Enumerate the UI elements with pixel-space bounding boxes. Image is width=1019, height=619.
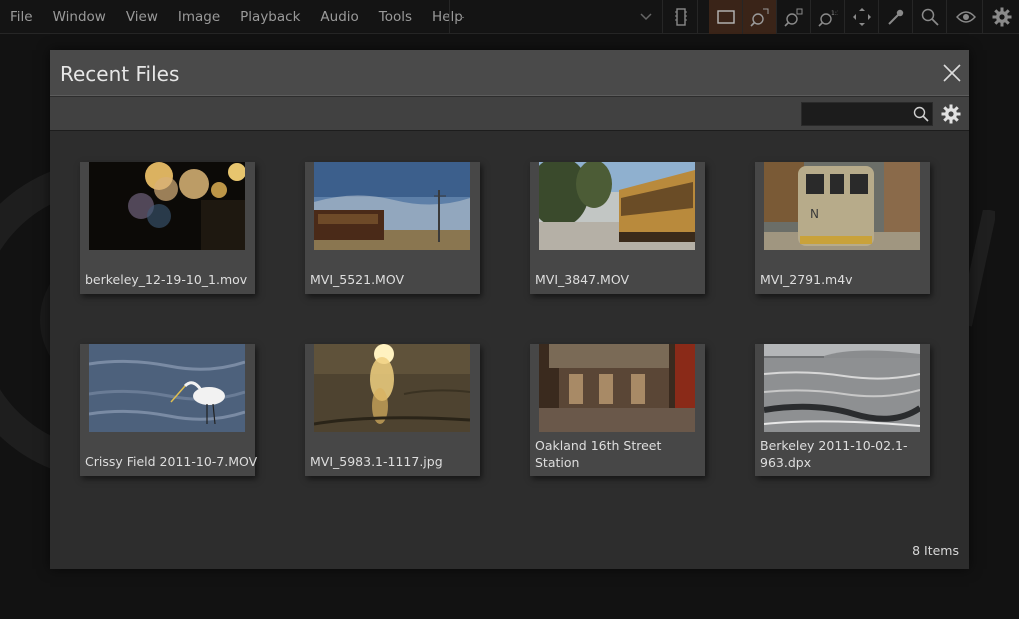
search-icon[interactable] (910, 103, 932, 125)
svg-text:1:1: 1:1 (831, 10, 838, 17)
dialog-title: Recent Files (60, 62, 180, 86)
file-card[interactable]: Berkeley 2011-10-02.1-963.dpx (755, 344, 930, 476)
search-input[interactable] (802, 103, 910, 125)
gear-icon (992, 7, 1012, 27)
file-name: MVI_5521.MOV (310, 272, 405, 287)
dialog-header: Recent Files (50, 50, 969, 96)
file-thumbnail (314, 162, 470, 250)
file-thumbnail (539, 162, 695, 250)
item-count: 8 Items (912, 543, 959, 558)
close-icon (943, 64, 961, 82)
menu-file[interactable]: File (0, 0, 43, 34)
magnifier-icon (921, 8, 939, 26)
eye-icon (955, 11, 976, 23)
recent-files-dialog: Recent Files berkeley_12-19-10_1.mov MVI… (50, 50, 969, 569)
file-card[interactable]: MVI_5983.1-1117.jpg (305, 344, 480, 476)
svg-text:N: N (810, 207, 819, 221)
close-button[interactable] (941, 62, 963, 84)
file-thumbnail (764, 344, 920, 432)
file-name: Oakland 16th Street Station (535, 438, 662, 470)
eyedropper-icon (887, 9, 903, 25)
recent-files-grid: berkeley_12-19-10_1.mov MVI_5521.MOV MVI… (80, 162, 940, 482)
zoom-in-icon (783, 8, 802, 27)
file-thumbnail (314, 344, 470, 432)
chevron-down-icon (640, 13, 652, 21)
file-card[interactable]: MVI_5521.MOV (305, 162, 480, 294)
gear-icon (941, 104, 961, 124)
file-name: berkeley_12-19-10_1.mov (85, 272, 248, 287)
zoom-fit-button[interactable] (743, 0, 777, 34)
film-strip-button[interactable] (664, 0, 698, 34)
zoom-fit-icon (749, 8, 768, 27)
file-card[interactable]: Oakland 16th Street Station (530, 344, 705, 476)
file-card[interactable]: N MVI_2791.m4v (755, 162, 930, 294)
dialog-settings-button[interactable] (941, 104, 961, 124)
magnifier-button[interactable] (913, 0, 947, 34)
menu-image[interactable]: Image (168, 0, 230, 34)
media-select-value: - (460, 9, 465, 25)
film-strip-icon (674, 8, 687, 26)
menu-window[interactable]: Window (43, 0, 116, 34)
menu-audio[interactable]: Audio (310, 0, 368, 34)
file-card[interactable]: MVI_3847.MOV (530, 162, 705, 294)
file-thumbnail (89, 344, 245, 432)
frame-icon (716, 10, 735, 24)
file-name: MVI_5983.1-1117.jpg (310, 454, 443, 469)
file-thumbnail (89, 162, 245, 250)
menu-view[interactable]: View (116, 0, 168, 34)
file-card[interactable]: berkeley_12-19-10_1.mov (80, 162, 255, 294)
file-name: Berkeley 2011-10-02.1-963.dpx (760, 438, 908, 470)
dialog-toolbar (50, 97, 969, 131)
move-button[interactable] (845, 0, 879, 34)
media-select-dropdown[interactable]: - (449, 0, 663, 34)
file-thumbnail (539, 344, 695, 432)
menu-tools[interactable]: Tools (369, 0, 422, 34)
file-name: Crissy Field 2011-10-7.MOV (85, 454, 258, 469)
search-box (801, 102, 933, 126)
file-name: MVI_2791.m4v (760, 272, 853, 287)
zoom-in-button[interactable] (777, 0, 811, 34)
file-card[interactable]: Crissy Field 2011-10-7.MOV (80, 344, 258, 476)
file-thumbnail: N (764, 162, 920, 250)
frame-view-button[interactable] (709, 0, 743, 34)
menu-playback[interactable]: Playback (230, 0, 310, 34)
move-icon (852, 8, 871, 26)
file-name: MVI_3847.MOV (535, 272, 630, 287)
visibility-button[interactable] (949, 0, 983, 34)
settings-button[interactable] (985, 0, 1019, 34)
zoom-actual-button[interactable]: 1:1 (811, 0, 845, 34)
eyedropper-button[interactable] (879, 0, 913, 34)
zoom-actual-icon: 1:1 (817, 10, 838, 27)
